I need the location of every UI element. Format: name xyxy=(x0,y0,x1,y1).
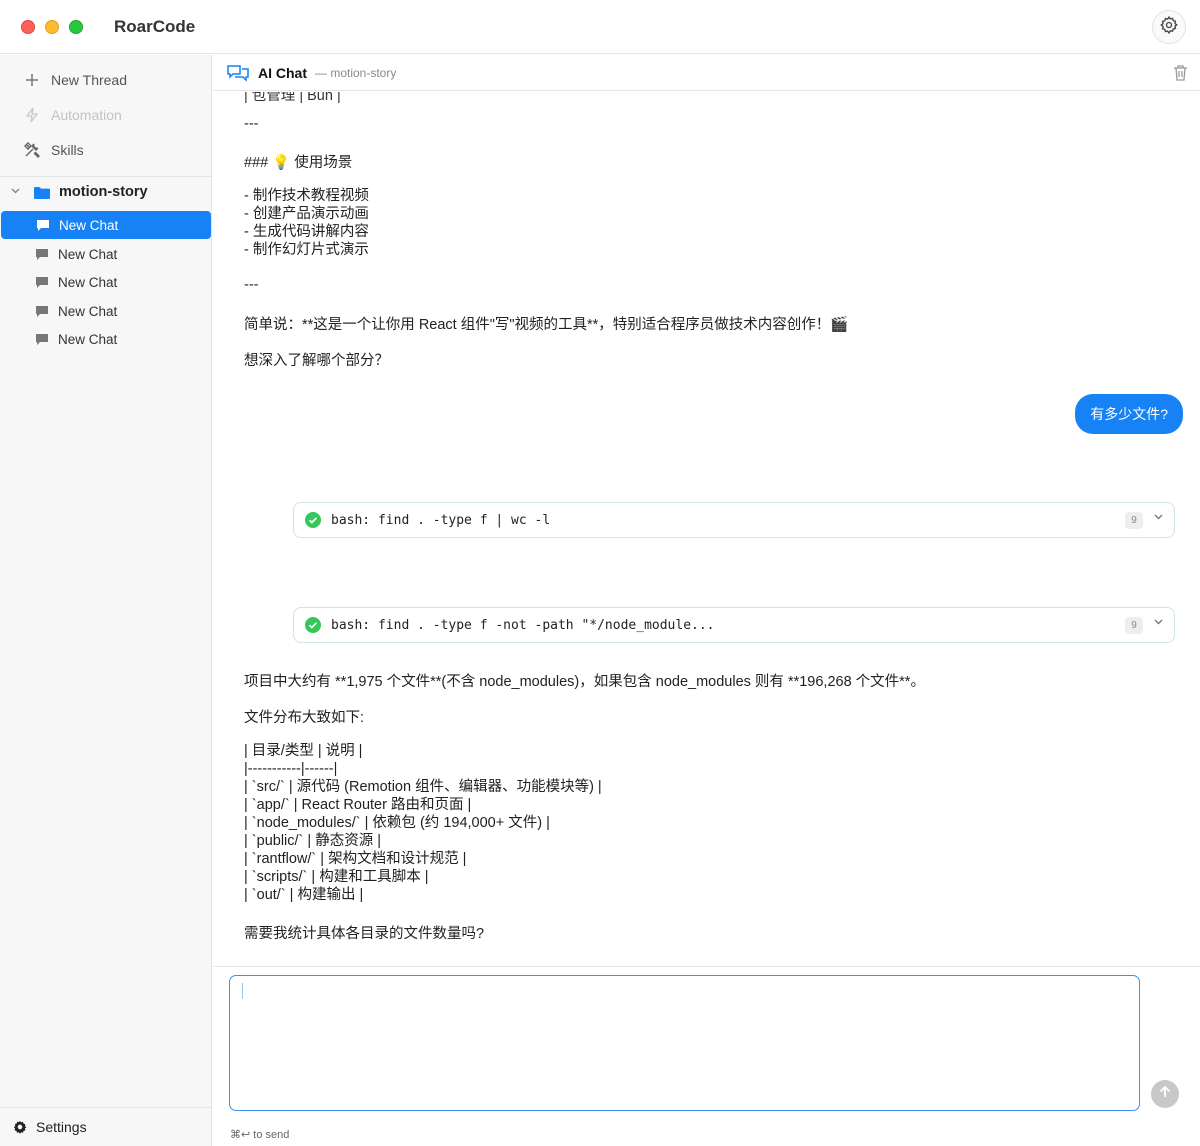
tool-command: bash: find . -type f | wc -l xyxy=(331,512,551,528)
sidebar-chat-item[interactable]: New Chat xyxy=(0,325,212,353)
automation-button[interactable]: Automation xyxy=(22,104,122,126)
tool-call-card[interactable]: bash: find . -type f -not -path "*/node_… xyxy=(293,607,1175,643)
assistant-text: --- xyxy=(244,116,259,132)
tool-call-card[interactable]: bash: find . -type f | wc -l 9 xyxy=(293,502,1175,538)
chat-bubble-icon xyxy=(36,219,50,232)
tool-count-badge: 9 xyxy=(1125,512,1143,529)
chat-bubbles-icon xyxy=(227,64,249,82)
minimize-window-button[interactable] xyxy=(45,20,59,34)
user-message-bubble: 有多少文件? xyxy=(1075,394,1183,434)
zoom-window-button[interactable] xyxy=(69,20,83,34)
assistant-text: --- xyxy=(244,277,259,293)
chat-item-label: New Chat xyxy=(58,303,118,319)
chat-bubble-icon xyxy=(35,248,49,261)
assistant-heading: ### 💡 使用场景 xyxy=(244,155,353,171)
settings-label: Settings xyxy=(36,1119,87,1135)
assistant-table-markdown: | 目录/类型 | 说明 | |-----------|------| | `s… xyxy=(244,743,602,903)
assistant-text: 简单说：**这是一个让你用 React 组件"写"视频的工具**，特别适合程序员… xyxy=(244,317,849,333)
sidebar-divider xyxy=(0,176,212,177)
new-thread-label: New Thread xyxy=(51,72,128,88)
title-bar: RoarCode xyxy=(0,0,1200,54)
tool-count-badge: 9 xyxy=(1125,617,1143,634)
chat-bubble-icon xyxy=(35,333,49,346)
assistant-text: 需要我统计具体各目录的文件数量吗? xyxy=(244,926,485,942)
folder-icon xyxy=(34,186,50,199)
skills-button[interactable]: Skills xyxy=(22,139,84,161)
lightning-icon xyxy=(22,107,42,123)
chat-bubble-icon xyxy=(35,276,49,289)
app-title: RoarCode xyxy=(114,17,196,36)
chat-item-label: New Chat xyxy=(59,217,119,233)
arrow-up-icon xyxy=(1158,1085,1172,1104)
check-circle-icon xyxy=(305,617,321,633)
chat-title: AI Chat xyxy=(258,64,307,81)
message-input-box[interactable] xyxy=(229,975,1140,1111)
assistant-text: 文件分布大致如下: xyxy=(244,710,365,726)
chevron-down-icon[interactable] xyxy=(1153,511,1164,525)
text-caret xyxy=(242,983,243,999)
project-name: motion-story xyxy=(59,184,148,200)
sidebar: New Thread Automation Skills motion-stor… xyxy=(0,55,212,1146)
sidebar-footer-divider xyxy=(0,1107,212,1108)
assistant-text: 想深入了解哪个部分？ xyxy=(244,353,389,369)
gear-icon xyxy=(1159,15,1179,40)
chat-item-label: New Chat xyxy=(58,274,118,290)
new-thread-button[interactable]: New Thread xyxy=(22,69,127,91)
chat-subtitle: — motion-story xyxy=(315,65,397,80)
gear-icon xyxy=(13,1120,27,1134)
send-button[interactable] xyxy=(1151,1080,1179,1108)
tool-command: bash: find . -type f -not -path "*/node_… xyxy=(331,617,715,633)
composer-divider xyxy=(213,966,1200,967)
app-settings-button[interactable] xyxy=(1152,10,1186,44)
automation-label: Automation xyxy=(51,107,122,123)
assistant-text-clipped: | 包管理 | Bun | xyxy=(244,92,341,104)
close-window-button[interactable] xyxy=(21,20,35,34)
send-shortcut-hint: ⌘↩ to send xyxy=(230,1129,290,1141)
chevron-down-icon xyxy=(10,185,24,199)
sidebar-chat-item[interactable]: New Chat xyxy=(0,240,212,268)
chat-header: AI Chat — motion-story xyxy=(213,55,1200,91)
trash-icon[interactable] xyxy=(1173,64,1188,81)
message-list[interactable]: | 包管理 | Bun | --- ### 💡 使用场景 - 制作技术教程视频 … xyxy=(213,92,1200,966)
settings-button[interactable]: Settings xyxy=(13,1119,87,1135)
check-circle-icon xyxy=(305,512,321,528)
message-input[interactable] xyxy=(230,976,1139,1110)
project-motion-story[interactable]: motion-story xyxy=(10,184,148,200)
chevron-down-icon[interactable] xyxy=(1153,616,1164,630)
chat-item-label: New Chat xyxy=(58,331,118,347)
sidebar-chat-item[interactable]: New Chat xyxy=(0,268,212,296)
chat-item-label: New Chat xyxy=(58,246,118,262)
tools-icon xyxy=(22,141,42,159)
sidebar-chat-item[interactable]: New Chat xyxy=(0,297,212,325)
sidebar-chat-item[interactable]: New Chat xyxy=(1,211,211,239)
skills-label: Skills xyxy=(51,142,84,158)
chat-bubble-icon xyxy=(35,305,49,318)
plus-icon xyxy=(22,73,42,87)
assistant-text: 项目中大约有 **1,975 个文件**(不含 node_modules)，如果… xyxy=(244,674,925,690)
assistant-list: - 制作技术教程视频 - 创建产品演示动画 - 生成代码讲解内容 - 制作幻灯片… xyxy=(244,188,369,258)
